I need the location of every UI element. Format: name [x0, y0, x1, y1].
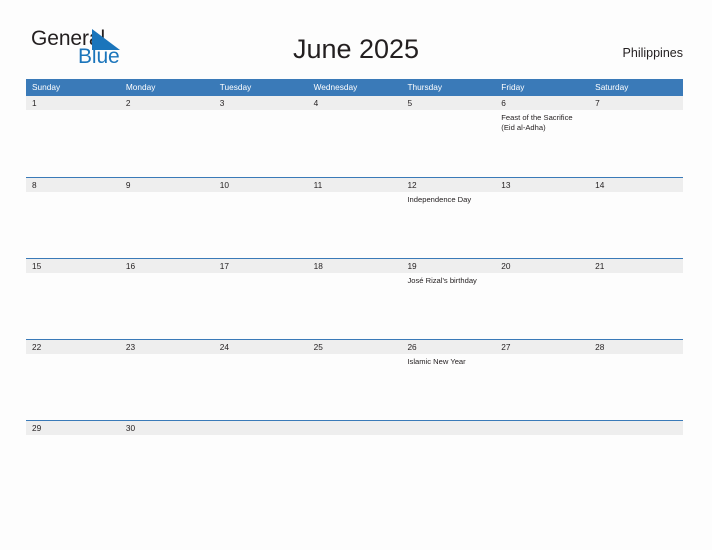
day-number: 27 [501, 342, 511, 352]
holiday-event-label: Feast of the Sacrifice (Eid al-Adha) [501, 113, 573, 132]
day-cell[interactable]: 20 [495, 259, 589, 339]
weekday-header-saturday: Saturday [595, 82, 629, 92]
day-number: 28 [595, 342, 605, 352]
day-cell[interactable]: 28 [589, 340, 683, 420]
page-title: June 2025 [292, 34, 420, 64]
day-cell-empty [401, 421, 495, 501]
day-number: 22 [32, 342, 42, 352]
day-number: 12 [407, 180, 417, 190]
weekday-header-sunday: Sunday [32, 82, 61, 92]
day-number: 17 [219, 261, 229, 271]
day-number: 16 [125, 261, 136, 271]
week-cells: 8 9 10 11 12 Independence Day 13 14 [26, 178, 683, 258]
holiday-event-label: Independence Day [407, 195, 472, 204]
day-number: 4 [313, 98, 319, 108]
holiday-event-label: Islamic New Year [407, 357, 466, 366]
day-cell[interactable]: 1 [26, 96, 120, 176]
day-cell[interactable]: 18 [308, 259, 402, 339]
day-cell[interactable]: 13 [495, 178, 589, 258]
country-label: Philippines [622, 46, 683, 60]
week-cells: 29 30 [26, 421, 683, 501]
day-number: 24 [219, 342, 229, 352]
day-cell[interactable]: 14 [589, 178, 683, 258]
day-cell[interactable]: 12 Independence Day [401, 178, 495, 258]
calendar-week-row: 1 2 3 4 5 6 Feast of the Sacrifice (Eid al-Adh… [26, 96, 683, 177]
day-number: 7 [595, 98, 600, 108]
day-cell[interactable]: 23 [120, 340, 214, 420]
day-cell[interactable]: 7 [589, 96, 683, 176]
holiday-event-label: José Rizal's birthday [407, 276, 477, 285]
week-cells: 1 2 3 4 5 6 Feast of the Sacrifice (Eid al-Adh… [26, 96, 683, 176]
day-number: 1 [32, 98, 37, 108]
day-cell[interactable]: 15 [26, 259, 120, 339]
day-cell[interactable]: 17 [214, 259, 308, 339]
day-number: 3 [219, 98, 225, 108]
week-cells: 22 23 24 25 26 Islamic New Year 27 28 [26, 340, 683, 420]
day-cell[interactable]: 27 [495, 340, 589, 420]
weekday-header-monday: Monday [125, 82, 156, 92]
day-number: 9 [125, 180, 131, 190]
day-number: 8 [32, 180, 37, 190]
calendar-page: General Blue June 2025 Philippines Sunda… [0, 0, 712, 550]
day-cell-empty [308, 421, 402, 501]
day-events: Independence Day [407, 195, 491, 205]
page-header: General Blue June 2025 Philippines [0, 0, 712, 78]
calendar-week-row: 15 16 17 18 19 José Rizal's birthday 20 21 [26, 258, 683, 339]
day-cell[interactable]: 24 [214, 340, 308, 420]
day-number: 13 [501, 180, 511, 190]
day-cell[interactable]: 16 [120, 259, 214, 339]
weekday-header-row: Sunday Monday Tuesday Wednesday Thursday Frid… [26, 79, 683, 96]
day-number: 6 [501, 98, 506, 108]
day-cell[interactable]: 10 [214, 178, 308, 258]
day-number: 5 [407, 98, 413, 108]
day-number: 30 [125, 423, 136, 433]
day-cell[interactable]: 4 [308, 96, 402, 176]
day-number: 11 [313, 180, 323, 190]
day-cell-empty [495, 421, 589, 501]
day-number: 19 [407, 261, 417, 271]
day-cell[interactable]: 21 [589, 259, 683, 339]
day-cell[interactable]: 6 Feast of the Sacrifice (Eid al-Adha) [495, 96, 589, 176]
calendar-grid: Sunday Monday Tuesday Wednesday Thursday Frid… [26, 79, 683, 501]
day-cell[interactable]: 3 [214, 96, 308, 176]
day-number: 21 [595, 261, 605, 271]
day-cell[interactable]: 22 [26, 340, 120, 420]
day-cell[interactable]: 8 [26, 178, 120, 258]
day-number: 23 [125, 342, 136, 352]
day-cell[interactable]: 30 [120, 421, 214, 501]
day-cell[interactable]: 2 [120, 96, 214, 176]
day-number: 2 [125, 98, 131, 108]
calendar-week-row: 8 9 10 11 12 Independence Day 13 14 [26, 177, 683, 258]
day-cell[interactable]: 5 [401, 96, 495, 176]
day-events: Feast of the Sacrifice (Eid al-Adha) [501, 113, 585, 132]
weekday-header-wednesday: Wednesday [313, 82, 358, 92]
calendar-weeks: 1 2 3 4 5 6 Feast of the Sacrifice (Eid al-Adh… [26, 96, 683, 501]
calendar-week-row: 22 23 24 25 26 Islamic New Year 27 28 [26, 339, 683, 420]
day-number: 29 [32, 423, 42, 433]
day-cell[interactable]: 19 José Rizal's birthday [401, 259, 495, 339]
day-cell[interactable]: 11 [308, 178, 402, 258]
day-number: 14 [595, 180, 605, 190]
weekday-header-thursday: Thursday [407, 82, 443, 92]
day-events: José Rizal's birthday [407, 276, 491, 286]
day-cell[interactable]: 26 Islamic New Year [401, 340, 495, 420]
day-number: 10 [219, 180, 229, 190]
day-cell[interactable]: 9 [120, 178, 214, 258]
day-number: 20 [501, 261, 511, 271]
calendar-week-row: 29 30 [26, 420, 683, 501]
day-number: 26 [407, 342, 417, 352]
day-number: 15 [32, 261, 42, 271]
day-cell[interactable]: 25 [308, 340, 402, 420]
day-cell-empty [214, 421, 308, 501]
day-events: Islamic New Year [407, 357, 491, 367]
day-number: 25 [313, 342, 323, 352]
day-cell-empty [589, 421, 683, 501]
week-cells: 15 16 17 18 19 José Rizal's birthday 20 21 [26, 259, 683, 339]
weekday-header-friday: Friday [501, 82, 525, 92]
day-cell[interactable]: 29 [26, 421, 120, 501]
weekday-header-tuesday: Tuesday [219, 82, 252, 92]
day-number: 18 [313, 261, 323, 271]
